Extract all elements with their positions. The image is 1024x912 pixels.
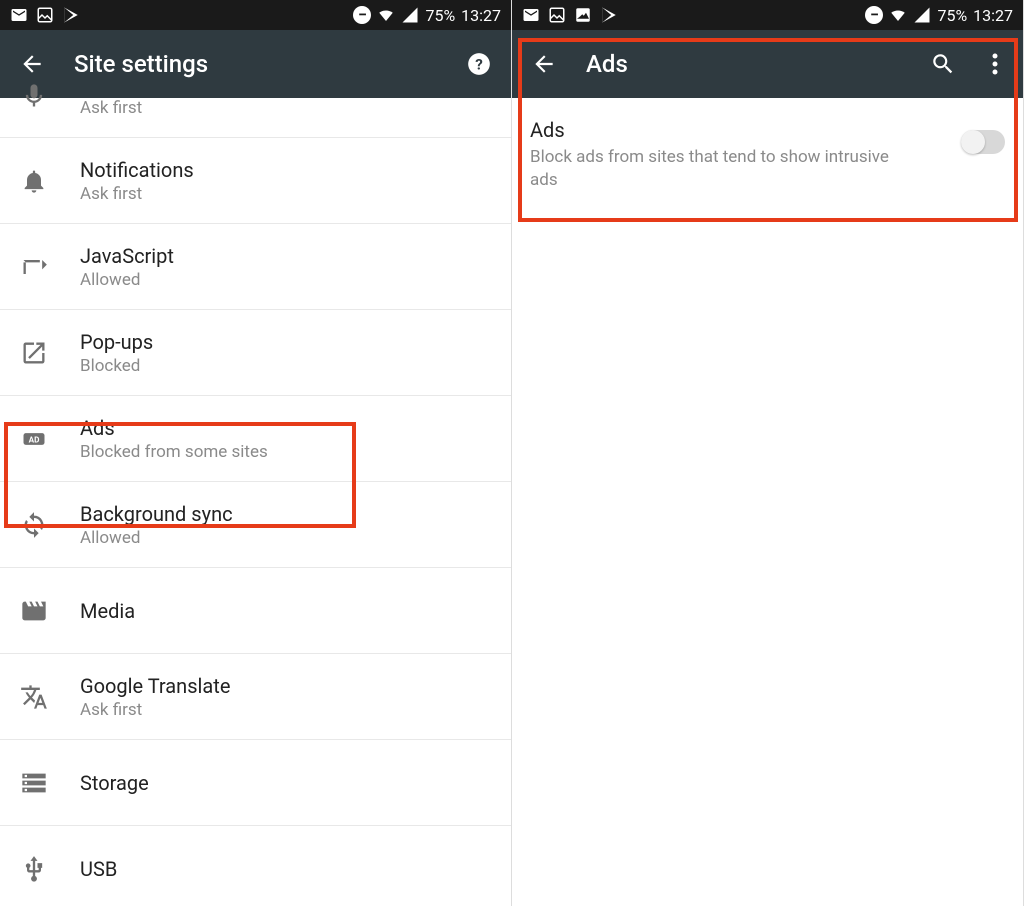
search-button[interactable]: [929, 50, 957, 78]
status-bar: − 75% 13:27: [0, 0, 511, 30]
mail-icon: [10, 6, 28, 24]
setting-item-popups[interactable]: Pop-ups Blocked: [0, 310, 511, 396]
storage-icon: [20, 769, 48, 797]
setting-sub: Allowed: [80, 270, 174, 290]
ads-detail-sub: Block ads from sites that tend to show i…: [530, 146, 920, 192]
setting-label: Background sync: [80, 502, 233, 526]
app-bar-left: Site settings ?: [0, 30, 511, 98]
page-title: Ads: [586, 50, 901, 78]
setting-label: Storage: [80, 771, 149, 795]
svg-text:AD: AD: [29, 434, 40, 444]
settings-list: Ask first Notifications Ask first JavaSc…: [0, 98, 511, 912]
setting-label: Media: [80, 599, 135, 623]
play-store-icon: [600, 6, 618, 24]
status-icons-left: [522, 6, 618, 24]
dnd-icon: −: [865, 6, 883, 24]
ads-toggle[interactable]: [961, 130, 1005, 154]
status-bar: − 75% 13:27: [512, 0, 1023, 30]
battery-text: 75%: [937, 6, 967, 25]
toggle-knob: [961, 130, 985, 154]
battery-text: 75%: [425, 6, 455, 25]
translate-icon: [20, 683, 48, 711]
mic-icon: [20, 82, 48, 110]
back-button[interactable]: [18, 50, 46, 78]
app-bar-right: Ads: [512, 30, 1023, 98]
setting-label: Notifications: [80, 158, 194, 182]
setting-sub: Allowed: [80, 528, 233, 548]
image-icon: [36, 6, 54, 24]
wifi-icon: [377, 6, 395, 24]
setting-item-media[interactable]: Media: [0, 568, 511, 654]
setting-sub: Ask first: [80, 98, 142, 118]
setting-item-ads[interactable]: AD Ads Blocked from some sites: [0, 396, 511, 482]
clock-text: 13:27: [461, 6, 501, 25]
wifi-icon: [889, 6, 907, 24]
setting-label: Pop-ups: [80, 330, 153, 354]
javascript-icon: [20, 253, 48, 281]
status-icons-left: [10, 6, 80, 24]
image-icon: [548, 6, 566, 24]
phone-right: − 75% 13:27 Ads Ads Block ads from sites…: [512, 0, 1024, 906]
bell-icon: [20, 167, 48, 195]
setting-label: USB: [80, 857, 117, 881]
sync-icon: [20, 511, 48, 539]
setting-label: JavaScript: [80, 244, 174, 268]
signal-icon: [401, 6, 419, 24]
phone-left: − 75% 13:27 Site settings ? Ask first No…: [0, 0, 512, 906]
usb-icon: [20, 855, 48, 883]
dnd-icon: −: [353, 6, 371, 24]
ads-detail-row[interactable]: Ads Block ads from sites that tend to sh…: [512, 98, 1023, 212]
play-store-icon: [62, 6, 80, 24]
setting-item-google-translate[interactable]: Google Translate Ask first: [0, 654, 511, 740]
status-icons-right: − 75% 13:27: [353, 6, 501, 25]
setting-item-javascript[interactable]: JavaScript Allowed: [0, 224, 511, 310]
overflow-menu-button[interactable]: [985, 50, 1005, 78]
status-icons-right: − 75% 13:27: [865, 6, 1013, 25]
svg-text:?: ?: [475, 55, 483, 73]
ads-icon: AD: [20, 425, 48, 453]
media-icon: [20, 597, 48, 625]
setting-item-usb[interactable]: USB: [0, 826, 511, 912]
mail-icon: [522, 6, 540, 24]
clock-text: 13:27: [973, 6, 1013, 25]
setting-label: Ads: [80, 416, 268, 440]
setting-item-background-sync[interactable]: Background sync Allowed: [0, 482, 511, 568]
setting-item-storage[interactable]: Storage: [0, 740, 511, 826]
setting-sub: Blocked: [80, 356, 153, 376]
signal-icon: [913, 6, 931, 24]
popup-icon: [20, 339, 48, 367]
setting-sub: Ask first: [80, 184, 194, 204]
page-title: Site settings: [74, 50, 437, 78]
help-button[interactable]: ?: [465, 50, 493, 78]
picture-icon: [574, 6, 592, 24]
setting-item-microphone[interactable]: Ask first: [0, 98, 511, 138]
setting-label: Google Translate: [80, 674, 230, 698]
setting-sub: Ask first: [80, 700, 230, 720]
back-button[interactable]: [530, 50, 558, 78]
setting-sub: Blocked from some sites: [80, 442, 268, 462]
setting-item-notifications[interactable]: Notifications Ask first: [0, 138, 511, 224]
ads-detail-label: Ads: [530, 118, 920, 142]
